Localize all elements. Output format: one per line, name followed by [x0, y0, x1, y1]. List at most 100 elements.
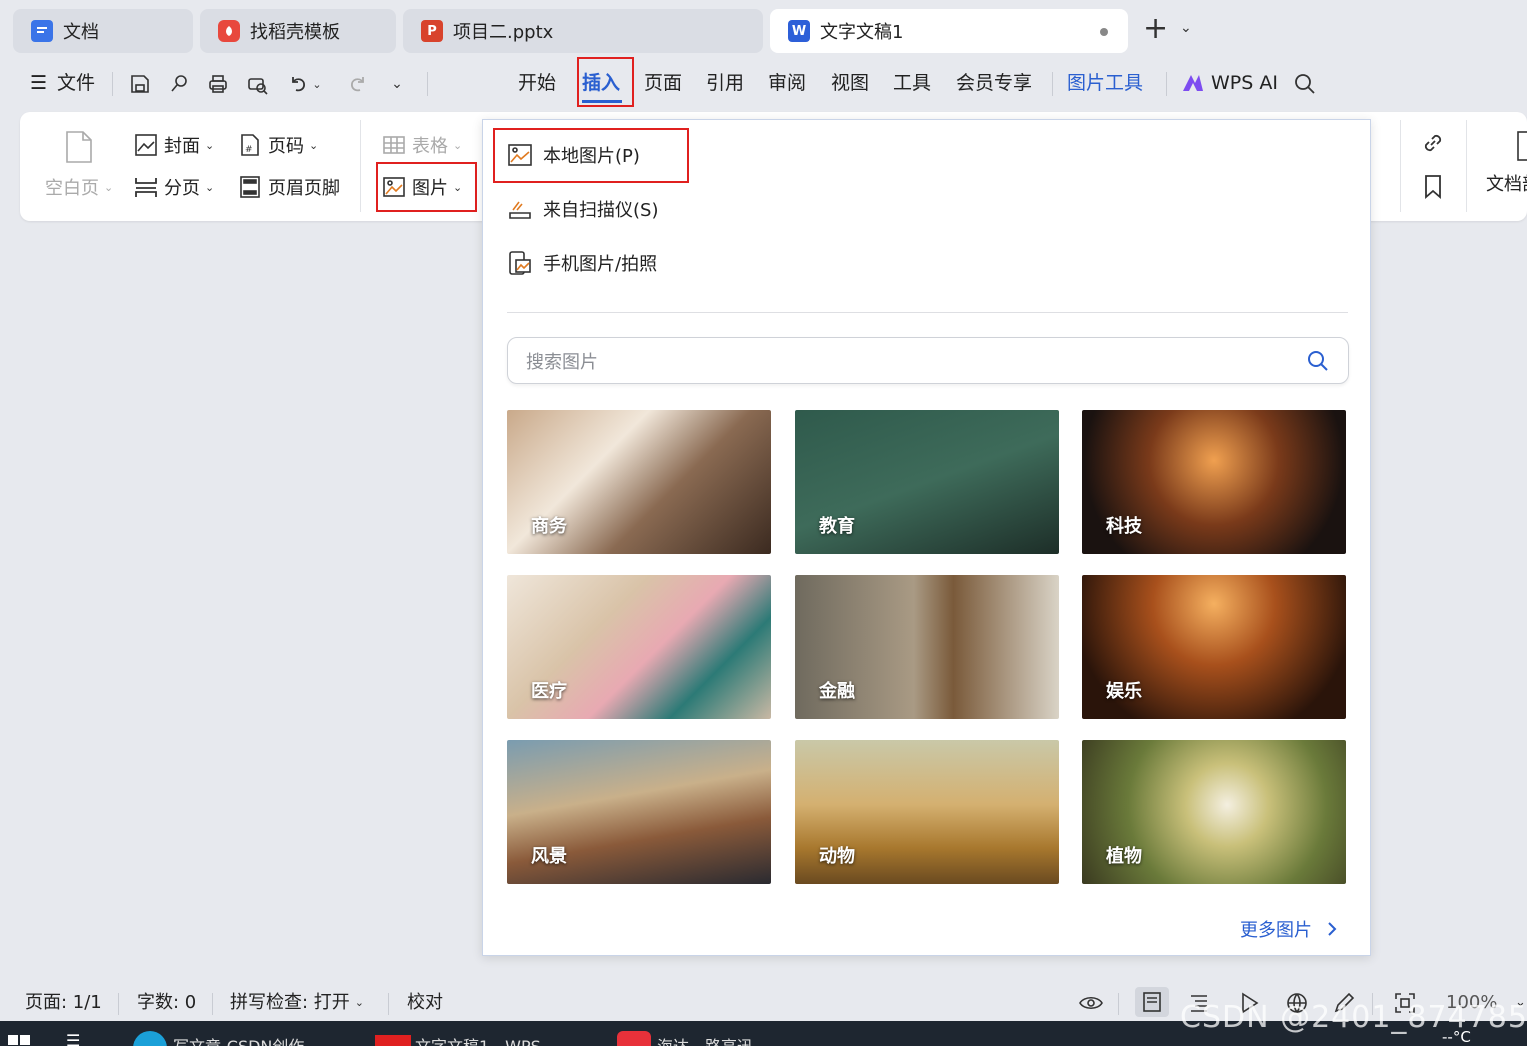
blank-page-button[interactable]: 空白页 ⌄ — [45, 130, 113, 200]
chevron-down-icon: ⌄ — [354, 996, 365, 1009]
file-menu[interactable]: ☰ 文件 — [30, 70, 95, 96]
category-animals[interactable]: 动物 — [795, 740, 1059, 884]
bookmark-button[interactable] — [1422, 174, 1450, 200]
tab-home[interactable]: 开始 — [518, 70, 556, 96]
tab-view[interactable]: 视图 — [831, 70, 869, 96]
svg-text:#: # — [245, 145, 253, 155]
tab-label: 文档 — [63, 22, 99, 43]
menu-bar: ☰ 文件 ⌄ ⌄ 开始 插入 页面 引用 审阅 视图 工具 会员专享 图片工具 … — [0, 62, 1527, 106]
doc-parts-icon — [1517, 131, 1527, 161]
taskbar-item-app[interactable]: 海达 - 路高迅 — [657, 1033, 753, 1046]
category-landscape[interactable]: 风景 — [507, 740, 771, 884]
search-icon[interactable] — [1306, 349, 1330, 373]
category-plants[interactable]: 植物 — [1082, 740, 1346, 884]
taskbar-item-wps[interactable]: 文字文稿1 - WPS — [415, 1033, 541, 1046]
page-view-icon — [1143, 992, 1161, 1012]
more-pictures-link[interactable]: 更多图片 — [1240, 916, 1340, 942]
chevron-down-icon: ⌄ — [205, 180, 215, 194]
scanner-icon — [509, 201, 531, 219]
divider — [1052, 72, 1053, 96]
picture-dropdown: 本地图片(P) 来自扫描仪(S) 手机图片/拍照 搜索图片 商务 教育 科技 医… — [482, 119, 1371, 956]
category-technology[interactable]: 科技 — [1082, 410, 1346, 554]
search-icon[interactable] — [1292, 71, 1318, 97]
bookmark-icon — [1425, 175, 1441, 199]
spell-check-toggle[interactable]: 拼写检查: 打开 ⌄ — [230, 991, 364, 1015]
undo-icon[interactable] — [285, 71, 311, 97]
tab-docer-templates[interactable]: 找稻壳模板 — [200, 9, 396, 53]
word-count[interactable]: 字数: 0 — [137, 991, 196, 1015]
divider — [118, 993, 119, 1015]
table-icon — [383, 136, 405, 154]
tab-bar: 文档 找稻壳模板 P 项目二.pptx W 文字文稿1 + ⌄ — [0, 0, 1527, 62]
tab-label: 找稻壳模板 — [250, 22, 340, 43]
chevron-right-icon — [1328, 922, 1337, 936]
divider — [112, 72, 113, 96]
proofread-button[interactable]: 校对 — [407, 991, 443, 1015]
scanner-item[interactable]: 来自扫描仪(S) — [507, 196, 658, 222]
taskbar-item-browser[interactable]: 写文章-CSDN创作 — [173, 1033, 304, 1046]
phone-picture-item[interactable]: 手机图片/拍照 — [507, 250, 657, 276]
word-icon: W — [788, 20, 810, 42]
format-painter-icon[interactable] — [166, 71, 192, 97]
highlight-local-picture — [493, 128, 689, 183]
page-break-button[interactable]: 分页 ⌄ — [134, 174, 214, 200]
highlight-picture-button — [376, 162, 477, 212]
print-icon[interactable] — [205, 71, 231, 97]
divider — [507, 312, 1348, 313]
tab-member[interactable]: 会员专享 — [956, 70, 1032, 96]
divider — [1118, 993, 1119, 1015]
divider — [1466, 120, 1467, 212]
task-view-icon[interactable]: ☰ — [66, 1031, 80, 1046]
picture-search-input[interactable]: 搜索图片 — [507, 337, 1349, 384]
category-business[interactable]: 商务 — [507, 410, 771, 554]
save-icon[interactable] — [127, 71, 153, 97]
redo-icon[interactable] — [345, 71, 371, 97]
undo-chevron-down-icon[interactable]: ⌄ — [310, 71, 324, 97]
hamburger-icon: ☰ — [30, 72, 48, 94]
category-education[interactable]: 教育 — [795, 410, 1059, 554]
divider — [1166, 72, 1167, 96]
page-number-button[interactable]: # 页码 ⌄ — [238, 132, 318, 158]
more-chevron-down-icon[interactable]: ⌄ — [384, 71, 410, 97]
tab-ppt[interactable]: P 项目二.pptx — [403, 9, 763, 53]
doc-parts-button[interactable]: 文档部 — [1486, 130, 1527, 196]
header-footer-button[interactable]: 页眉页脚 — [238, 174, 340, 200]
chevron-down-icon: ⌄ — [453, 138, 463, 152]
tab-list-chevron-down-icon[interactable]: ⌄ — [1180, 20, 1192, 36]
wps-ai-icon — [1183, 75, 1203, 91]
category-medical[interactable]: 医疗 — [507, 575, 771, 719]
tab-picture-tools[interactable]: 图片工具 — [1067, 70, 1143, 96]
header-footer-icon — [240, 176, 260, 198]
edge-browser-icon[interactable] — [133, 1031, 167, 1046]
divider — [360, 120, 361, 212]
wps-ai-button[interactable]: WPS AI — [1181, 70, 1278, 96]
table-button[interactable]: 表格 ⌄ — [382, 132, 462, 158]
tab-document-active[interactable]: W 文字文稿1 — [770, 9, 1128, 53]
divider — [1400, 120, 1401, 212]
page-break-icon — [135, 178, 157, 197]
page-indicator[interactable]: 页面: 1/1 — [25, 991, 102, 1015]
tab-page[interactable]: 页面 — [644, 70, 682, 96]
page-view-button[interactable] — [1135, 987, 1169, 1017]
windows-start-icon[interactable] — [8, 1035, 30, 1046]
category-finance[interactable]: 金融 — [795, 575, 1059, 719]
hyperlink-button[interactable] — [1420, 130, 1452, 156]
print-preview-icon[interactable] — [244, 71, 270, 97]
docs-icon — [31, 20, 53, 42]
new-tab-plus-icon[interactable]: + — [1143, 14, 1168, 44]
tab-docs[interactable]: 文档 — [13, 9, 193, 53]
app-red-icon[interactable] — [617, 1031, 651, 1046]
unsaved-dot-icon — [1100, 28, 1108, 36]
phone-picture-icon — [509, 251, 531, 275]
tab-label: 项目二.pptx — [453, 22, 554, 43]
category-entertainment[interactable]: 娱乐 — [1082, 575, 1346, 719]
cover-button[interactable]: 封面 ⌄ — [134, 132, 214, 158]
tab-review[interactable]: 审阅 — [768, 70, 806, 96]
wps-app-icon[interactable] — [375, 1035, 411, 1046]
blank-page-icon — [66, 131, 92, 163]
eye-icon[interactable] — [1078, 991, 1104, 1015]
chevron-down-icon: ⌄ — [309, 138, 319, 152]
docer-icon — [218, 20, 240, 42]
tab-references[interactable]: 引用 — [706, 70, 744, 96]
tab-tools[interactable]: 工具 — [893, 70, 931, 96]
